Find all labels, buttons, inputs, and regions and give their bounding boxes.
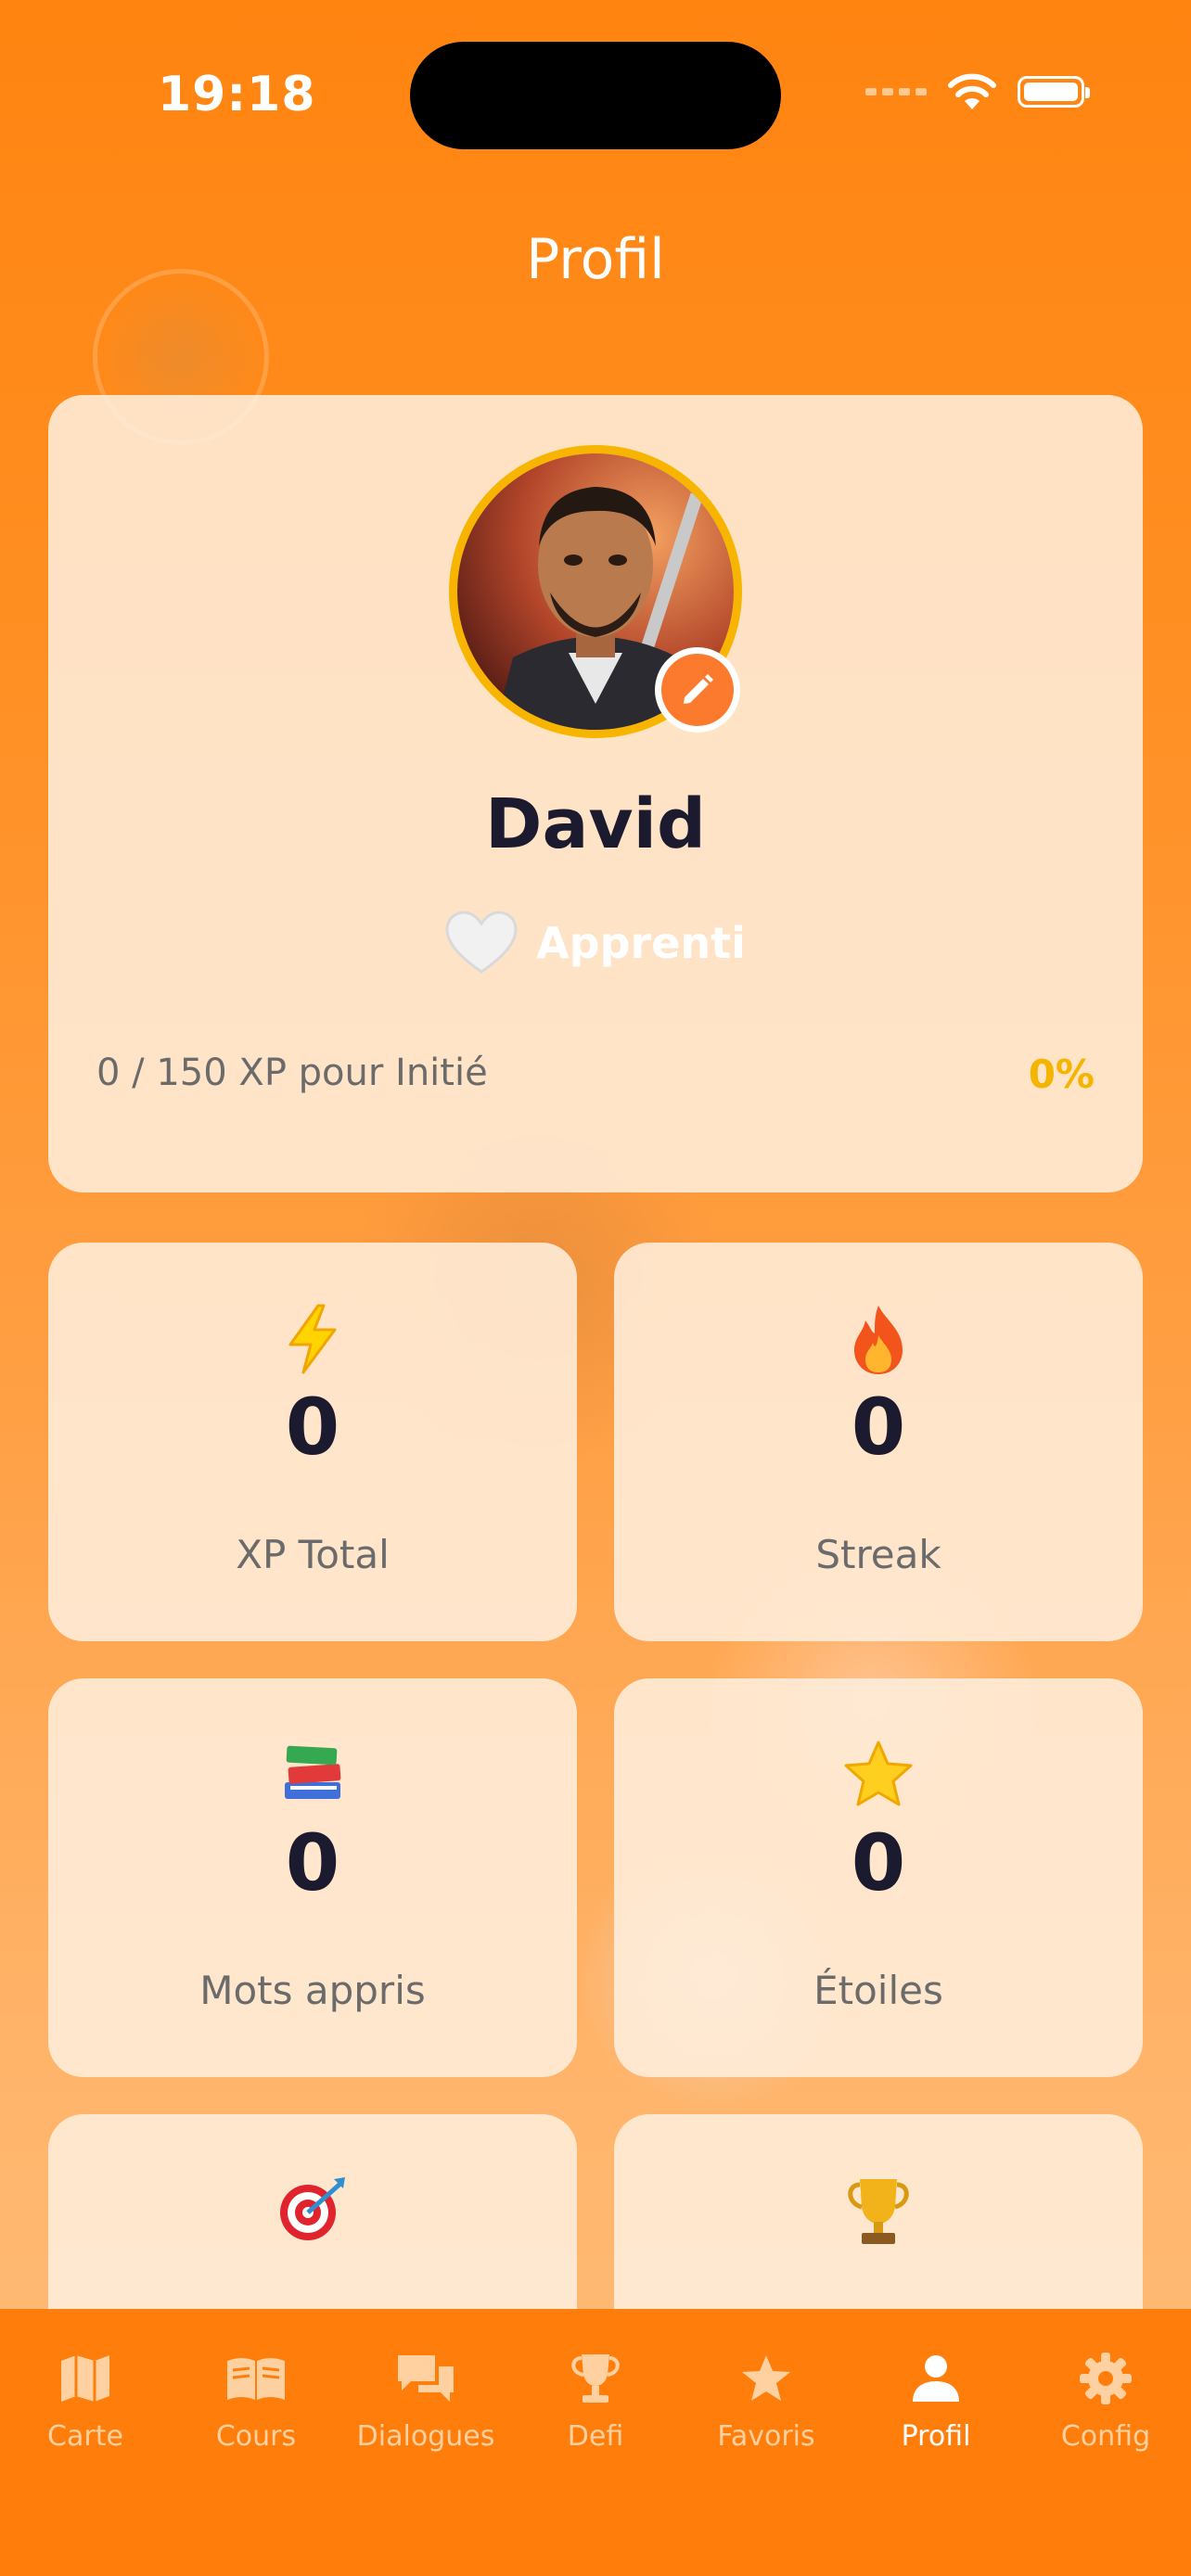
- pencil-icon: [684, 674, 713, 704]
- stat-label: Mots appris: [199, 1968, 426, 2013]
- rank-badge: Apprenti: [48, 911, 1143, 976]
- stat-card-xp-total: 0 XP Total: [48, 1243, 577, 1641]
- tab-label: Defi: [567, 2420, 624, 2453]
- tab-config[interactable]: Config: [1031, 2346, 1180, 2453]
- stat-value: 0: [851, 1817, 906, 1908]
- person-icon: [913, 2355, 959, 2402]
- gear-icon: [1080, 2353, 1132, 2404]
- tab-label: Config: [1060, 2420, 1151, 2453]
- stat-label: Streak: [815, 1532, 941, 1577]
- stat-card-stars: 0 Étoiles: [614, 1678, 1143, 2077]
- tab-favoris[interactable]: Favoris: [692, 2346, 840, 2453]
- fire-icon: [854, 1306, 903, 1374]
- stat-value: 0: [285, 1817, 340, 1908]
- status-indicators: [865, 72, 1090, 111]
- profile-card: David Apprenti 0 / 150 XP pour Initié 0%: [48, 395, 1143, 1192]
- tab-carte[interactable]: Carte: [11, 2346, 160, 2453]
- stat-card-words-learned: 0 Mots appris: [48, 1678, 577, 2077]
- tab-profil[interactable]: Profil: [862, 2346, 1010, 2453]
- stat-value: 0: [851, 1382, 906, 1473]
- book-icon: [227, 2358, 285, 2400]
- map-icon: [61, 2355, 109, 2402]
- books-icon: [285, 1745, 341, 1799]
- stat-label: XP Total: [236, 1532, 390, 1577]
- xp-progress-text: 0 / 150 XP pour Initié: [96, 1052, 488, 1094]
- trophy-icon: [571, 2354, 620, 2403]
- wifi-icon: [948, 73, 996, 109]
- stat-value: 0: [285, 1382, 340, 1473]
- trophy-icon: [848, 2179, 909, 2244]
- user-name: David: [485, 784, 706, 864]
- tab-label: Favoris: [717, 2420, 815, 2453]
- lightning-icon: [288, 1304, 337, 1374]
- avatar-container: [449, 445, 742, 738]
- tab-label: Dialogues: [356, 2420, 495, 2453]
- chat-icon: [398, 2355, 454, 2402]
- xp-progress-percent: 0%: [1028, 1052, 1095, 1097]
- tab-label: Cours: [215, 2420, 297, 2453]
- tab-dialogues[interactable]: Dialogues: [352, 2346, 500, 2453]
- tab-defi[interactable]: Defi: [521, 2346, 670, 2453]
- stat-label: Étoiles: [813, 1968, 943, 2013]
- star-icon: [742, 2355, 790, 2401]
- tab-label: Profil: [901, 2420, 971, 2453]
- page-title: Profil: [526, 227, 665, 292]
- rank-label: Apprenti: [536, 918, 746, 968]
- cellular-signal-icon: [865, 88, 927, 96]
- status-time: 19:18: [158, 67, 316, 122]
- tab-bar: Carte Cours Dialogues Defi Favoris Profi…: [0, 2309, 1191, 2576]
- tab-label: Carte: [47, 2420, 123, 2453]
- star-icon: [844, 1741, 913, 1806]
- edit-avatar-button[interactable]: [655, 647, 740, 733]
- tab-cours[interactable]: Cours: [182, 2346, 330, 2453]
- heart-icon: [445, 911, 518, 974]
- dynamic-island: [410, 42, 781, 149]
- stat-card-streak: 0 Streak: [614, 1243, 1143, 1641]
- battery-icon: [1018, 76, 1090, 108]
- target-icon: [280, 2177, 345, 2240]
